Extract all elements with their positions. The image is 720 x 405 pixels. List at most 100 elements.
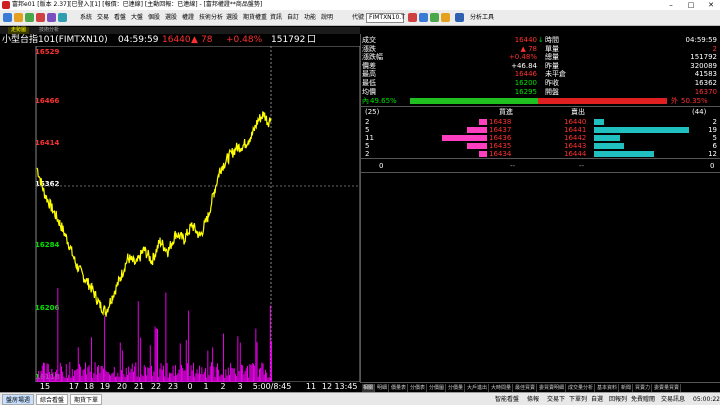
status-tab-market[interactable]: 盤房場週 [2,394,35,405]
menu-item[interactable]: 技術分析 [199,10,223,25]
menu-item[interactable]: 資訊 [270,10,282,25]
menu-item[interactable]: 權證 [182,10,194,25]
volume-bar [211,362,212,382]
detail-tab[interactable]: 分價圖 [428,384,447,392]
volume-bar [179,343,181,382]
ask-price[interactable]: 16440 [564,118,586,126]
volume-bar [91,337,92,382]
menu-item[interactable]: 大盤 [131,10,143,25]
detail-tab[interactable]: 大戶進出 [466,384,490,392]
bid-qty: 2 [365,150,370,158]
menu-item[interactable]: 選股 [165,10,177,25]
detail-tab[interactable]: 委賣量買賣 [653,384,682,392]
status-msg[interactable]: 交易訊息 [658,394,688,405]
status-tab-futures-order[interactable]: 期貨下單 [70,394,103,405]
bid-price[interactable]: 16436 [489,134,511,142]
quote-value: +46.84 [511,61,537,70]
volume-bar [104,316,106,382]
x-tick-label: 22 [150,382,162,391]
volume-bar [145,367,146,382]
detail-tab[interactable]: 買賣力 [634,384,653,392]
volume-bar [157,329,158,382]
detail-tab[interactable]: 分價量 [447,384,466,392]
volume-bar [161,369,163,382]
volume-bar [203,372,205,382]
menu-item[interactable]: 看盤 [114,10,126,25]
detail-tab[interactable]: 委買賣明細 [538,384,567,392]
list-icon[interactable] [47,13,56,22]
quote-value: 16370 [694,87,717,96]
status-report[interactable]: 條報 [524,394,542,405]
ask-price[interactable]: 16441 [564,126,586,134]
code-input[interactable]: FIMTXN10.T [366,13,405,23]
quote-label: 時間 [545,36,559,44]
menu-item[interactable]: 系統 [80,10,92,25]
detail-tab[interactable]: 成交量分析 [567,384,596,392]
volume-bar [235,373,236,382]
volume-bar [197,373,199,382]
status-smart[interactable]: 智能看盤 [492,394,522,405]
volume-bar [262,363,264,382]
detail-tab[interactable]: 新聞 [620,384,634,392]
maximize-button[interactable]: □ [684,0,698,10]
quote-label: 成交 [362,36,376,44]
chart-plot [35,46,360,382]
print-icon[interactable] [441,13,450,22]
volume-bar [97,366,98,382]
detail-tab[interactable]: 相關 [362,384,376,392]
ask-price[interactable]: 16442 [564,134,586,142]
detail-tab[interactable]: 最佳買賣 [514,384,538,392]
volume-bar [200,374,202,382]
analysis-tools-menu[interactable]: 分析工具 [470,10,494,25]
quote-value: 16362 [694,79,717,87]
tab-trend[interactable]: 走勢圖 [8,27,30,34]
status-order-row[interactable]: 下單列 [566,394,590,405]
status-trade[interactable]: 交易下 [544,394,568,405]
star-icon[interactable] [14,13,23,22]
minimize-button[interactable]: – [664,0,678,10]
quote-label: 最高 [362,70,376,79]
detail-tab[interactable]: 明細 [376,384,390,392]
volume-bar [232,368,234,382]
status-free[interactable]: 免費贈閱 [628,394,658,405]
quote-value: ▲ 78 [520,44,537,53]
menu-item[interactable]: 個股 [148,10,160,25]
cursor-icon[interactable] [455,13,464,22]
ask-price[interactable]: 16443 [564,142,586,150]
tool-icon[interactable] [58,13,67,22]
status-watch[interactable]: 自選 [588,394,606,405]
volume-bar [113,367,115,382]
menu-item[interactable]: 自訂 [287,10,299,25]
ask-price[interactable]: 16444 [564,150,586,158]
status-tab-overview[interactable]: 綜合看盤 [36,394,69,405]
volume-bar [98,365,100,382]
tab-technical[interactable]: 技術分析 [36,27,62,34]
menu-item[interactable]: 期貨權重 [243,10,267,25]
menu-item[interactable]: 選股 [226,10,238,25]
bid-price[interactable]: 16438 [489,118,511,126]
volume-bar [57,288,59,382]
detail-tab[interactable]: 大時間量 [490,384,514,392]
home-icon[interactable] [3,13,12,22]
bid-price[interactable]: 16437 [489,126,511,134]
volume-bar [117,372,119,382]
detail-tab[interactable]: 分價表 [409,384,428,392]
chart-icon[interactable] [25,13,34,22]
detail-tab[interactable]: 基本資料 [596,384,620,392]
intraday-chart[interactable]: 16529 16466 16414 16362 16284 16206 1611… [0,46,360,382]
status-reply[interactable]: 回報列 [606,394,630,405]
close-button[interactable]: ✕ [704,0,718,10]
volume-bar [149,345,151,382]
alert-icon[interactable] [36,13,45,22]
menu-item[interactable]: 交易 [97,10,109,25]
refresh-icon[interactable] [430,13,439,22]
bid-price[interactable]: 16434 [489,150,511,158]
x-tick-label: 19 [99,382,111,391]
detail-tab[interactable]: 價量表 [390,384,409,392]
bid-price[interactable]: 16435 [489,142,511,150]
search-icon[interactable] [408,13,417,22]
menu-item[interactable]: 功能 [304,10,316,25]
window-icon[interactable] [419,13,428,22]
menu-item[interactable]: 說明 [321,10,333,25]
bid-bar [467,143,487,149]
